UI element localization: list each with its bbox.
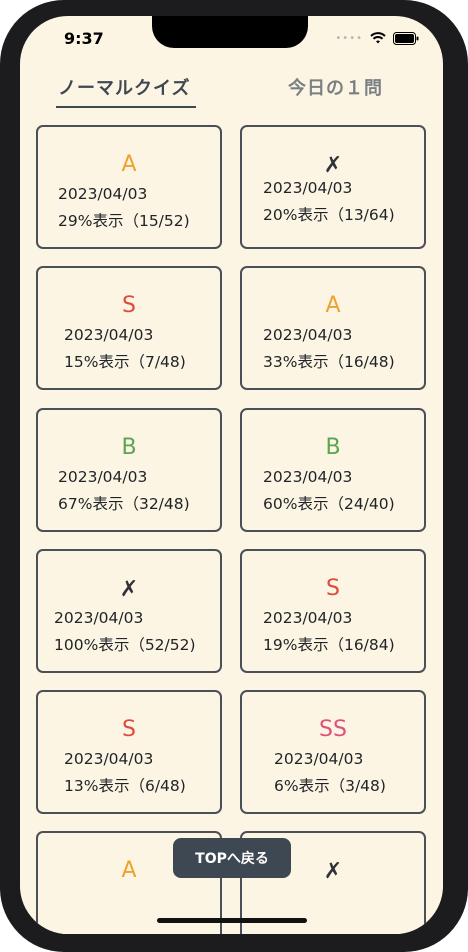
home-indicator: [157, 918, 307, 923]
result-percent: 13%表示（6/48): [64, 777, 186, 795]
result-grade: B: [325, 435, 341, 460]
signal-dots-icon: ••••: [335, 32, 363, 44]
result-percent: 6%表示（3/48): [274, 777, 386, 795]
result-date: 2023/04/03: [58, 185, 148, 203]
result-percent: 20%表示（13/64): [263, 206, 395, 224]
result-card[interactable]: B 2023/04/03 60%表示（24/40): [240, 408, 426, 532]
result-grade: A: [121, 152, 137, 177]
result-card[interactable]: ✗ 2023/04/03 20%表示（13/64): [240, 125, 426, 249]
tab-selected-indicator: [56, 106, 196, 108]
result-percent: 100%表示（52/52): [54, 636, 196, 654]
result-grade: S: [122, 293, 136, 318]
result-date: 2023/04/03: [54, 609, 144, 627]
back-to-top-button[interactable]: TOPへ戻る: [173, 838, 291, 878]
result-grade: ✗: [323, 153, 343, 178]
result-grade: ✗: [119, 577, 139, 602]
status-icons: ••••: [335, 31, 419, 45]
result-card[interactable]: ✗ 2023/04/03 100%表示（52/52): [36, 549, 222, 673]
result-date: 2023/04/03: [64, 750, 154, 768]
result-date: 2023/04/03: [263, 468, 353, 486]
result-date: 2023/04/03: [64, 326, 154, 344]
notch: [152, 16, 308, 48]
result-grade: S: [122, 717, 136, 742]
result-card[interactable]: SS 2023/04/03 6%表示（3/48): [240, 690, 426, 814]
wifi-icon: [370, 32, 386, 44]
result-card[interactable]: S 2023/04/03 15%表示（7/48): [36, 266, 222, 390]
result-grade: S: [326, 576, 340, 601]
result-date: 2023/04/03: [263, 326, 353, 344]
result-percent: 33%表示（16/48): [263, 353, 395, 371]
app-screen: 9:37 •••• ノーマルクイズ 今日の１問 A 2023/04/03 29%表示…: [20, 16, 443, 934]
result-grade: SS: [319, 717, 347, 742]
result-percent: 67%表示（32/48): [58, 495, 190, 513]
result-card[interactable]: S 2023/04/03 13%表示（6/48): [36, 690, 222, 814]
result-date: 2023/04/03: [58, 468, 148, 486]
result-date: 2023/04/03: [274, 750, 364, 768]
result-percent: 19%表示（16/84): [263, 636, 395, 654]
result-grade: A: [325, 293, 341, 318]
result-card[interactable]: A 2023/04/03 33%表示（16/48): [240, 266, 426, 390]
status-time: 9:37: [64, 29, 104, 48]
result-card[interactable]: S 2023/04/03 19%表示（16/84): [240, 549, 426, 673]
battery-icon: [393, 31, 419, 45]
tab-daily-question[interactable]: 今日の１問: [288, 74, 383, 100]
result-percent: 29%表示（15/52): [58, 212, 190, 230]
result-grade: B: [121, 435, 137, 460]
result-percent: 60%表示（24/40): [263, 495, 395, 513]
result-percent: 15%表示（7/48): [64, 353, 186, 371]
tab-normal-quiz[interactable]: ノーマルクイズ: [58, 74, 190, 100]
result-date: 2023/04/03: [263, 609, 353, 627]
result-card[interactable]: B 2023/04/03 67%表示（32/48): [36, 408, 222, 532]
result-card[interactable]: A 2023/04/03 29%表示（15/52): [36, 125, 222, 249]
result-date: 2023/04/03: [263, 179, 353, 197]
phone-frame: 9:37 •••• ノーマルクイズ 今日の１問 A 2023/04/03 29%表示…: [0, 0, 468, 952]
